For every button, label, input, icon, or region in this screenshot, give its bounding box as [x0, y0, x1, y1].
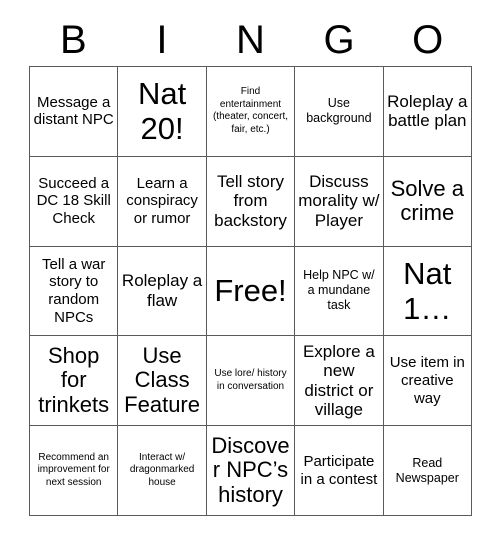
- bingo-header-letter-b: B: [59, 18, 87, 62]
- bingo-cell-n4[interactable]: Use lore/ history in conversation: [206, 336, 296, 427]
- bingo-cell-i1[interactable]: Nat 20!: [118, 67, 207, 157]
- bingo-card: B I N G O Message a distant NPC Nat 20! …: [0, 0, 500, 544]
- bingo-cell-o2[interactable]: Solve a crime: [383, 156, 472, 247]
- bingo-cell-o3[interactable]: Nat 1…: [383, 246, 472, 337]
- bingo-cell-text: Use Class Feature: [124, 342, 200, 418]
- bingo-cell-text: Use background: [306, 96, 372, 126]
- bingo-cell-text: Message a distant NPC: [33, 93, 114, 129]
- bingo-cell-o5[interactable]: Read Newspaper: [383, 426, 472, 516]
- bingo-cell-n5[interactable]: Discover NPC’s history: [206, 426, 296, 516]
- bingo-cell-b3[interactable]: Tell a war story to random NPCs: [30, 246, 119, 337]
- bingo-cell-g4[interactable]: Explore a new district or village: [295, 336, 384, 427]
- bingo-cell-g5[interactable]: Participate in a contest: [295, 426, 384, 516]
- bingo-cell-text: Shop for trinkets: [38, 342, 110, 418]
- bingo-cell-text: Find entertainment (theater, concert, fa…: [212, 86, 289, 135]
- bingo-cell-i2[interactable]: Learn a conspiracy or rumor: [118, 156, 207, 247]
- bingo-cell-text: Nat 20!: [137, 76, 187, 147]
- bingo-cell-text: Tell story from backstory: [214, 171, 287, 230]
- bingo-cell-text: Learn a conspiracy or rumor: [126, 174, 198, 228]
- bingo-cell-b4[interactable]: Shop for trinkets: [30, 336, 119, 427]
- bingo-cell-text: Nat 1…: [403, 255, 452, 326]
- bingo-header-letter-o: O: [412, 18, 444, 62]
- bingo-cell-text: Succeed a DC 18 Skill Check: [36, 174, 111, 228]
- bingo-cell-g1[interactable]: Use background: [295, 67, 384, 157]
- bingo-cell-text: Free!: [214, 273, 287, 309]
- bingo-cell-text: Discover NPC’s history: [211, 432, 290, 507]
- bingo-cell-text: Use lore/ history in conversation: [214, 368, 287, 392]
- bingo-cell-g3[interactable]: Help NPC w/ a mundane task: [295, 246, 384, 337]
- bingo-cell-text: Help NPC w/ a mundane task: [303, 268, 375, 313]
- bingo-cell-text: Read Newspaper: [395, 455, 459, 485]
- bingo-cell-b1[interactable]: Message a distant NPC: [30, 67, 119, 157]
- bingo-cell-text: Solve a crime: [390, 175, 464, 226]
- bingo-cell-b5[interactable]: Recommend an improvement for next sessio…: [30, 426, 119, 516]
- bingo-cell-i4[interactable]: Use Class Feature: [118, 336, 207, 427]
- bingo-cell-text: Recommend an improvement for next sessio…: [37, 451, 110, 488]
- bingo-cell-i5[interactable]: Interact w/ dragonmarked house: [118, 426, 207, 516]
- bingo-grid: Message a distant NPC Nat 20! Find enter…: [29, 66, 472, 516]
- bingo-cell-o4[interactable]: Use item in creative way: [383, 336, 472, 427]
- bingo-header-letter-g: G: [323, 18, 355, 62]
- bingo-cell-text: Tell a war story to random NPCs: [42, 255, 106, 326]
- bingo-cell-n2[interactable]: Tell story from backstory: [206, 156, 296, 247]
- bingo-header-letter-i: I: [156, 18, 168, 62]
- bingo-cell-free-space[interactable]: Free!: [206, 246, 296, 337]
- bingo-cell-b2[interactable]: Succeed a DC 18 Skill Check: [30, 156, 119, 247]
- bingo-cell-n1[interactable]: Find entertainment (theater, concert, fa…: [206, 67, 296, 157]
- bingo-cell-text: Discuss morality w/ Player: [298, 171, 380, 230]
- bingo-cell-o1[interactable]: Roleplay a battle plan: [383, 67, 472, 157]
- bingo-header-letter-n: N: [236, 18, 265, 62]
- bingo-header: B I N G O: [29, 14, 472, 66]
- bingo-cell-g2[interactable]: Discuss morality w/ Player: [295, 156, 384, 247]
- bingo-cell-text: Interact w/ dragonmarked house: [129, 451, 195, 488]
- bingo-cell-text: Use item in creative way: [389, 354, 465, 407]
- bingo-cell-text: Roleplay a flaw: [121, 271, 203, 310]
- bingo-cell-text: Participate in a contest: [300, 452, 378, 488]
- bingo-cell-text: Roleplay a battle plan: [387, 91, 468, 131]
- bingo-cell-i3[interactable]: Roleplay a flaw: [118, 246, 207, 337]
- bingo-cell-text: Explore a new district or village: [302, 341, 375, 420]
